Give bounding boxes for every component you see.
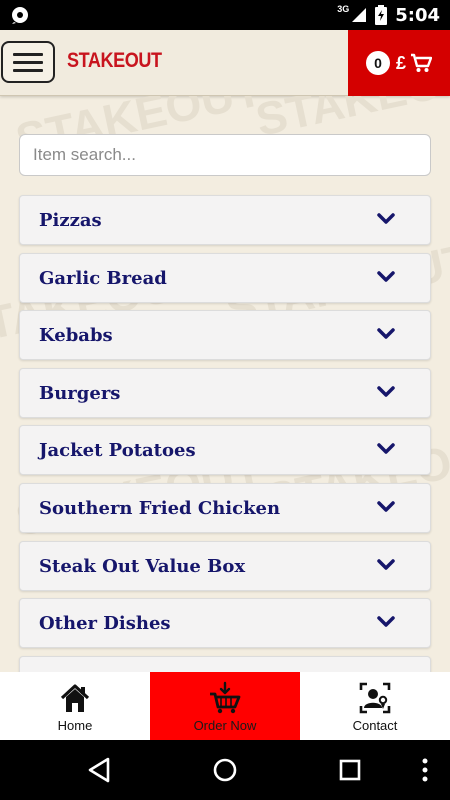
chevron-down-icon — [377, 558, 395, 570]
category-item[interactable]: Southern Fried Chicken — [19, 482, 431, 533]
recents-icon[interactable] — [336, 756, 364, 784]
category-list: Pizzas Garlic Bread Kebabs Burgers Jacke… — [19, 195, 431, 672]
chevron-down-icon — [377, 386, 395, 397]
battery-icon — [375, 5, 388, 25]
cart-button[interactable]: 0 £ — [348, 30, 450, 96]
hamburger-menu-icon-line — [13, 68, 43, 72]
chevron-down-icon — [377, 443, 395, 455]
notification-icon — [12, 7, 28, 24]
order-basket-icon — [210, 681, 241, 714]
app-header: STAKEOUT 0 £ — [0, 30, 450, 96]
category-item[interactable]: Garlic Bread — [19, 252, 431, 303]
cart-currency: £ — [395, 52, 406, 73]
category-item[interactable]: Pizzas — [19, 195, 431, 245]
category-label: Other Dishes — [39, 613, 171, 635]
chevron-down-icon — [377, 270, 395, 282]
category-label: Southern Fried Chicken — [39, 497, 281, 519]
menu-content: Pizzas Garlic Bread Kebabs Burgers Jacke… — [0, 96, 450, 672]
contact-card-icon — [359, 682, 391, 714]
category-item-partial[interactable] — [19, 655, 431, 672]
category-label: Garlic Bread — [39, 267, 167, 289]
cart-count-badge: 0 — [365, 51, 390, 75]
item-search-input[interactable] — [19, 134, 431, 176]
category-item[interactable]: Burgers — [19, 367, 431, 418]
chevron-down-icon — [377, 501, 395, 512]
status-bar: 3G 5:04 — [0, 0, 450, 30]
category-label: Jacket Potatoes — [39, 440, 196, 462]
category-label: Steak Out Value Box — [39, 555, 246, 577]
status-time: 5:04 — [395, 4, 440, 26]
system-navigation-bar — [0, 740, 450, 800]
category-label: Pizzas — [39, 210, 102, 231]
status-left — [10, 5, 30, 25]
brand-logo[interactable]: STAKEOUT — [67, 49, 162, 73]
home-icon — [60, 684, 90, 712]
category-item[interactable]: Kebabs — [19, 310, 431, 361]
category-item[interactable]: Other Dishes — [19, 598, 431, 649]
category-label: Burgers — [39, 382, 121, 404]
category-label: Kebabs — [39, 325, 113, 347]
home-circle-icon[interactable] — [211, 756, 239, 784]
chevron-down-icon — [377, 328, 395, 339]
signal-icon — [352, 8, 367, 22]
back-icon[interactable] — [86, 756, 114, 784]
overflow-menu-icon[interactable] — [411, 756, 439, 784]
nav-order-now-label: Order Now — [193, 718, 257, 733]
category-item[interactable]: Jacket Potatoes — [19, 425, 431, 476]
hamburger-menu-icon-line — [13, 60, 43, 64]
nav-order-now[interactable]: Order Now — [150, 672, 300, 740]
chevron-down-icon — [377, 616, 395, 627]
nav-contact-label: Contact — [352, 718, 398, 733]
bottom-navigation: Home Order Now Contact — [0, 672, 450, 740]
nav-home-label: Home — [57, 718, 93, 733]
status-right: 3G 5:04 — [337, 4, 440, 26]
network-type: 3G — [337, 4, 350, 14]
chevron-down-icon — [377, 213, 395, 224]
category-item[interactable]: Steak Out Value Box — [19, 540, 431, 591]
nav-contact[interactable]: Contact — [300, 672, 450, 740]
shopping-cart-icon — [411, 53, 432, 72]
hamburger-menu-icon — [13, 52, 43, 56]
menu-button[interactable] — [1, 41, 55, 83]
nav-home[interactable]: Home — [0, 672, 150, 740]
